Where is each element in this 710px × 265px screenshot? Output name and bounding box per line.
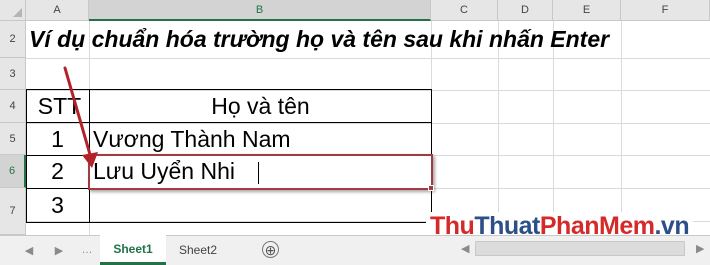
column-header-a[interactable]: A [26, 0, 89, 21]
gridline [26, 58, 710, 59]
row-header-6[interactable]: 6 [0, 155, 26, 188]
add-sheet-button[interactable]: ⊕ [262, 241, 279, 258]
annotation-arrow-icon [63, 66, 98, 168]
cell-name-3[interactable] [93, 188, 431, 223]
horizontal-scrollbar-thumb[interactable] [475, 241, 685, 256]
cell-stt-3[interactable]: 3 [26, 188, 89, 223]
text-cursor [258, 162, 259, 184]
next-sheet-icon[interactable]: ▶ [50, 240, 68, 260]
column-header-c[interactable]: C [431, 0, 498, 21]
active-cell-selection[interactable] [88, 154, 433, 190]
sheet-title[interactable]: Ví dụ chuẩn hóa trường họ và tên sau khi… [29, 21, 609, 57]
more-sheets-icon[interactable]: … [78, 240, 96, 260]
tab-sheet2[interactable]: Sheet2 [166, 235, 230, 265]
row-header-3[interactable]: 3 [0, 58, 26, 90]
gridline [621, 21, 622, 235]
tab-sheet1[interactable]: Sheet1 [100, 235, 166, 265]
select-all-corner[interactable] [0, 0, 26, 21]
cell-name-1[interactable]: Vương Thành Nam [93, 123, 431, 155]
scroll-left-icon[interactable]: ◀ [461, 242, 469, 255]
prev-sheet-icon[interactable]: ◀ [20, 240, 38, 260]
row-header-4[interactable]: 4 [0, 90, 26, 123]
scroll-right-icon[interactable]: ▶ [696, 242, 704, 255]
fill-handle[interactable] [428, 185, 434, 191]
header-name[interactable]: Họ và tên [90, 90, 431, 123]
column-header-d[interactable]: D [498, 0, 553, 21]
column-header-b[interactable]: B [89, 0, 431, 21]
row-header-7[interactable]: 7 [0, 188, 26, 235]
column-header-f[interactable]: F [621, 0, 710, 21]
row-header-2[interactable]: 2 [0, 21, 26, 58]
row-header-5[interactable]: 5 [0, 123, 26, 155]
select-all-triangle [13, 8, 22, 17]
column-header-e[interactable]: E [553, 0, 621, 21]
